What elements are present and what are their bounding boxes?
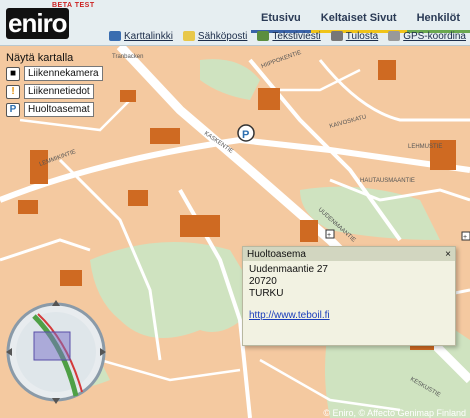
- tulosta-link[interactable]: Tulosta: [330, 28, 378, 44]
- building: [378, 60, 396, 80]
- church-icon: +: [325, 229, 335, 239]
- popup-postcode: 20720: [249, 276, 277, 287]
- building: [18, 200, 38, 214]
- map-layers-panel: Näytä kartalla ■ Liikennekamera ! Liiken…: [6, 52, 110, 120]
- overview-minimap[interactable]: [4, 296, 108, 406]
- church-icon: +: [461, 231, 470, 241]
- popup-city: TURKU: [249, 288, 284, 299]
- logo-word: eniro: [6, 8, 69, 39]
- building: [300, 220, 318, 242]
- fuel-station-icon: P: [6, 102, 20, 117]
- building: [258, 88, 280, 110]
- gps-link[interactable]: GPS-koordina: [388, 28, 466, 44]
- sahkoposti-link[interactable]: Sähköposti: [182, 28, 247, 44]
- gps-icon: [388, 31, 401, 41]
- layer-liikennekamera[interactable]: ■ Liikennekamera: [6, 66, 110, 81]
- popup-title: Huoltoasema: [247, 248, 306, 260]
- mail-icon: [182, 31, 195, 41]
- link-icon: [109, 31, 122, 41]
- layer-liikennetiedot[interactable]: ! Liikennetiedot: [6, 84, 110, 99]
- minimap-viewport[interactable]: [33, 331, 71, 361]
- building: [120, 90, 136, 102]
- sms-icon: [257, 31, 270, 41]
- map-toolbar: Karttalinkki Sähköposti Tekstiviesti Tul…: [100, 28, 470, 44]
- building: [150, 128, 180, 144]
- print-icon: [330, 31, 343, 41]
- info-popup: Huoltoasema × Uudenmaantie 27 20720 TURK…: [242, 246, 456, 346]
- svg-text:+: +: [463, 234, 467, 241]
- road-label-tranbacken: Tranbacken: [112, 54, 143, 60]
- popup-header: Huoltoasema ×: [243, 247, 455, 261]
- popup-website-link[interactable]: http://www.teboil.fi: [249, 310, 330, 321]
- building: [180, 215, 220, 237]
- building: [128, 190, 148, 206]
- map-credit: © Eniro, © Affecto Genimap Finland: [323, 408, 466, 418]
- road-label-lehmustie: LEHMUSTIE: [408, 144, 442, 150]
- road-label-hautausmaantie: HAUTAUSMAANTIE: [360, 178, 415, 184]
- warning-icon: !: [6, 84, 20, 99]
- popup-body: Uudenmaantie 27 20720 TURKU http://www.t…: [243, 261, 455, 325]
- panel-title: Näytä kartalla: [6, 52, 74, 64]
- karttalinkki-link[interactable]: Karttalinkki: [109, 28, 173, 44]
- fuel-station-marker[interactable]: P: [237, 124, 255, 142]
- tekstiviesti-link[interactable]: Tekstiviesti: [257, 28, 321, 44]
- eniro-logo[interactable]: BETA TEST eniro: [4, 2, 104, 39]
- svg-text:+: +: [327, 232, 331, 239]
- camera-icon: ■: [6, 66, 20, 81]
- layer-huoltoasemat[interactable]: P Huoltoasemat: [6, 102, 110, 117]
- building: [30, 150, 48, 184]
- header-bar: BETA TEST eniro Etusivu Keltaiset Sivut …: [0, 0, 470, 46]
- popup-street: Uudenmaantie 27: [249, 264, 328, 275]
- svg-text:P: P: [242, 129, 249, 141]
- building: [60, 270, 82, 286]
- close-icon[interactable]: ×: [445, 249, 451, 260]
